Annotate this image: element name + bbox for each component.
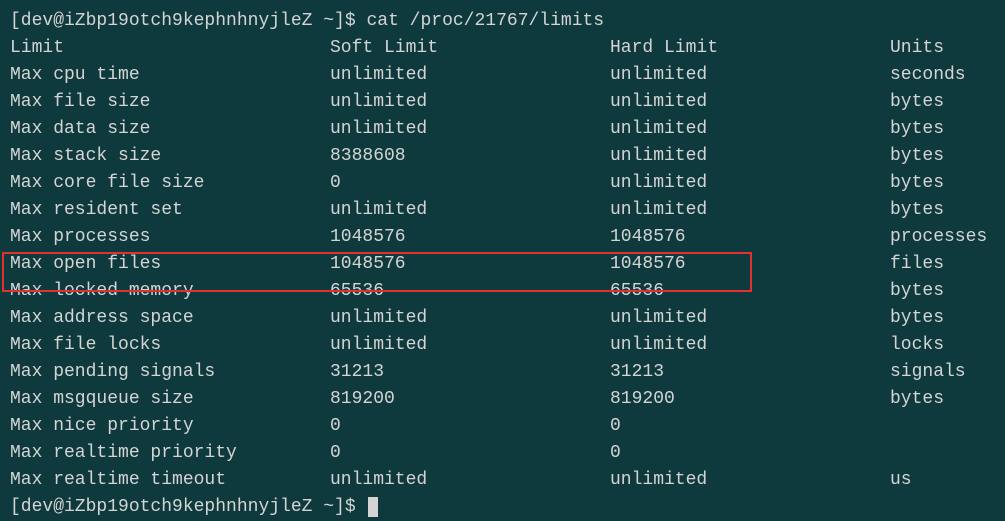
- cell-limit: Max address space: [10, 305, 330, 332]
- cell-limit: Max realtime timeout: [10, 467, 330, 494]
- cell-limit: Max pending signals: [10, 359, 330, 386]
- table-row: Max realtime priority00: [10, 440, 995, 467]
- cell-soft: 0: [330, 440, 610, 467]
- cell-units: signals: [890, 359, 966, 386]
- cell-soft: unlimited: [330, 332, 610, 359]
- cell-limit: Max file locks: [10, 332, 330, 359]
- header-soft: Soft Limit: [330, 35, 610, 62]
- table-row: Max locked memory6553665536bytes: [10, 278, 995, 305]
- table-row: Max address spaceunlimitedunlimitedbytes: [10, 305, 995, 332]
- table-row: Max cpu timeunlimitedunlimitedseconds: [10, 62, 995, 89]
- cell-limit: Max nice priority: [10, 413, 330, 440]
- header-limit: Limit: [10, 35, 330, 62]
- cell-soft: unlimited: [330, 62, 610, 89]
- table-row: Max processes10485761048576processes: [10, 224, 995, 251]
- cell-hard: unlimited: [610, 89, 890, 116]
- cell-units: bytes: [890, 386, 944, 413]
- shell-prompt: [dev@iZbp19otch9kephnhnyjleZ ~]$: [10, 11, 356, 31]
- cell-hard: unlimited: [610, 170, 890, 197]
- cell-units: us: [890, 467, 912, 494]
- cell-units: bytes: [890, 305, 944, 332]
- cell-limit: Max processes: [10, 224, 330, 251]
- cell-hard: 1048576: [610, 251, 890, 278]
- cell-soft: unlimited: [330, 305, 610, 332]
- cell-hard: unlimited: [610, 62, 890, 89]
- cell-soft: 65536: [330, 278, 610, 305]
- cell-soft: 1048576: [330, 251, 610, 278]
- cell-limit: Max core file size: [10, 170, 330, 197]
- cell-limit: Max stack size: [10, 143, 330, 170]
- cell-hard: unlimited: [610, 143, 890, 170]
- cell-limit: Max resident set: [10, 197, 330, 224]
- cell-units: bytes: [890, 143, 944, 170]
- cell-hard: 1048576: [610, 224, 890, 251]
- cell-soft: 8388608: [330, 143, 610, 170]
- cell-units: locks: [890, 332, 944, 359]
- cell-limit: Max realtime priority: [10, 440, 330, 467]
- cell-units: bytes: [890, 89, 944, 116]
- cell-hard: 0: [610, 413, 890, 440]
- cell-limit: Max open files: [10, 251, 330, 278]
- shell-prompt-2: [dev@iZbp19otch9kephnhnyjleZ ~]$: [10, 497, 356, 517]
- cell-units: bytes: [890, 170, 944, 197]
- cell-hard: 0: [610, 440, 890, 467]
- cell-units: bytes: [890, 278, 944, 305]
- cell-hard: unlimited: [610, 332, 890, 359]
- cell-soft: unlimited: [330, 116, 610, 143]
- cell-units: files: [890, 251, 944, 278]
- cell-hard: 819200: [610, 386, 890, 413]
- table-row: Max msgqueue size819200819200bytes: [10, 386, 995, 413]
- cell-units: bytes: [890, 116, 944, 143]
- table-row: Max open files10485761048576files: [10, 251, 995, 278]
- table-row: Max pending signals3121331213signals: [10, 359, 995, 386]
- cell-limit: Max data size: [10, 116, 330, 143]
- header-hard: Hard Limit: [610, 35, 890, 62]
- table-row: Max data sizeunlimitedunlimitedbytes: [10, 116, 995, 143]
- cell-limit: Max cpu time: [10, 62, 330, 89]
- table-row: Max stack size8388608unlimitedbytes: [10, 143, 995, 170]
- cell-hard: unlimited: [610, 305, 890, 332]
- cell-soft: unlimited: [330, 467, 610, 494]
- cell-soft: 1048576: [330, 224, 610, 251]
- table-row: Max resident setunlimitedunlimitedbytes: [10, 197, 995, 224]
- cell-hard: 31213: [610, 359, 890, 386]
- cell-hard: unlimited: [610, 467, 890, 494]
- cell-soft: 31213: [330, 359, 610, 386]
- table-row: Max realtime timeoutunlimitedunlimitedus: [10, 467, 995, 494]
- table-row: Max core file size0unlimitedbytes: [10, 170, 995, 197]
- cell-hard: 65536: [610, 278, 890, 305]
- table-header: Limit Soft Limit Hard Limit Units: [10, 35, 995, 62]
- table-row: Max nice priority00: [10, 413, 995, 440]
- header-units: Units: [890, 35, 944, 62]
- cell-units: bytes: [890, 197, 944, 224]
- cell-soft: 0: [330, 413, 610, 440]
- cell-limit: Max file size: [10, 89, 330, 116]
- cell-hard: unlimited: [610, 116, 890, 143]
- table-row: Max file sizeunlimitedunlimitedbytes: [10, 89, 995, 116]
- cell-hard: unlimited: [610, 197, 890, 224]
- table-row: Max file locksunlimitedunlimitedlocks: [10, 332, 995, 359]
- prompt-line-2[interactable]: [dev@iZbp19otch9kephnhnyjleZ ~]$: [10, 494, 995, 521]
- cell-soft: 819200: [330, 386, 610, 413]
- cell-limit: Max msgqueue size: [10, 386, 330, 413]
- cell-soft: unlimited: [330, 89, 610, 116]
- cursor-block: [368, 497, 378, 517]
- prompt-line[interactable]: [dev@iZbp19otch9kephnhnyjleZ ~]$ cat /pr…: [10, 8, 995, 35]
- cell-limit: Max locked memory: [10, 278, 330, 305]
- cell-soft: unlimited: [330, 197, 610, 224]
- command-text: cat /proc/21767/limits: [366, 11, 604, 31]
- cell-soft: 0: [330, 170, 610, 197]
- cell-units: processes: [890, 224, 987, 251]
- cell-units: seconds: [890, 62, 966, 89]
